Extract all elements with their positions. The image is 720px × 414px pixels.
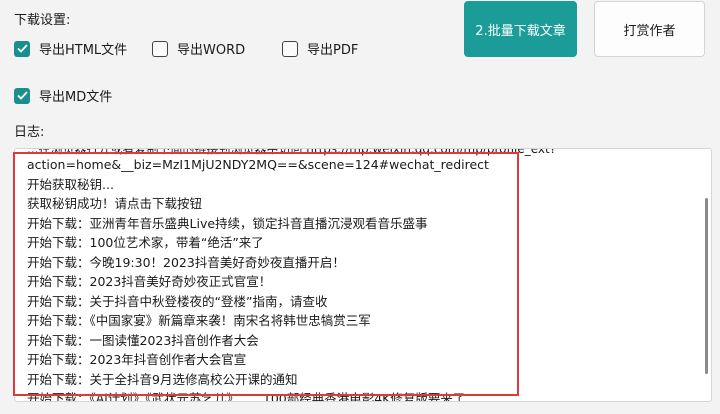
log-line: 开始下载：关于全抖音9月选修高校公开课的通知 bbox=[27, 371, 298, 387]
export-pdf-checkbox[interactable]: 导出PDF bbox=[282, 39, 358, 58]
log-line: 开始下载：《中国家宴》新篇章来袭！南宋名将韩世忠犒赏三军 bbox=[27, 313, 371, 328]
download-settings-label: 下载设置: bbox=[14, 13, 71, 28]
export-word-label: 导出WORD bbox=[177, 43, 246, 58]
export-md-checkbox[interactable]: 导出MD文件 bbox=[14, 86, 112, 105]
checkbox-unchecked-icon bbox=[282, 40, 298, 57]
log-textarea[interactable]: ...在浏览器打开或者复制下面的链接到浏览器中访问 https://mp.wei… bbox=[14, 148, 712, 402]
tip-author-button[interactable]: 打赏作者 bbox=[594, 1, 705, 57]
export-word-checkbox[interactable]: 导出WORD bbox=[152, 39, 245, 58]
export-html-label: 导出HTML文件 bbox=[39, 43, 128, 58]
batch-download-button[interactable]: 2.批量下载文章 bbox=[464, 1, 577, 57]
checkbox-unchecked-icon bbox=[152, 40, 168, 57]
export-md-label: 导出MD文件 bbox=[39, 90, 113, 105]
log-line: 开始下载：100位艺术家，带着“绝活”来了 bbox=[27, 235, 264, 250]
log-line: 开始下载：2023年抖音创作者大会官宣 bbox=[27, 352, 247, 367]
log-line: 开始下载：关于抖音中秋登楼夜的“登楼”指南，请查收 bbox=[27, 293, 328, 309]
export-html-checkbox[interactable]: 导出HTML文件 bbox=[14, 39, 127, 58]
checkbox-checked-icon bbox=[14, 87, 30, 104]
log-line: 开始下载：一图读懂2023抖音创作者大会 bbox=[27, 332, 259, 348]
log-lines: action=home&__biz=MzI1MjU2NDY2MQ==&scene… bbox=[27, 155, 489, 402]
log-line: 开始下载：亚洲青年音乐盛典Live持续，锁定抖音直播沉浸观看音乐盛事 bbox=[27, 215, 428, 231]
export-pdf-label: 导出PDF bbox=[307, 43, 359, 58]
log-line: 获取秘钥成功！请点击下载按钮 bbox=[27, 196, 203, 211]
log-line: 开始获取秘钥... bbox=[27, 176, 114, 192]
log-line: action=home&__biz=MzI1MjU2NDY2MQ==&scene… bbox=[27, 157, 489, 172]
log-scrollbar[interactable] bbox=[705, 198, 708, 374]
log-line: 开始下载：2023抖音美好奇妙夜正式官宣！ bbox=[27, 274, 272, 289]
log-line: 开始下载：今晚19:30！2023抖音美好奇妙夜直播开启！ bbox=[27, 254, 345, 270]
log-label: 日志: bbox=[14, 125, 45, 140]
checkbox-checked-icon bbox=[14, 40, 30, 57]
log-line: 开始下载：《Ai计划》《武状元苏乞儿》......100部经典香港电影4K修复版… bbox=[27, 391, 466, 402]
